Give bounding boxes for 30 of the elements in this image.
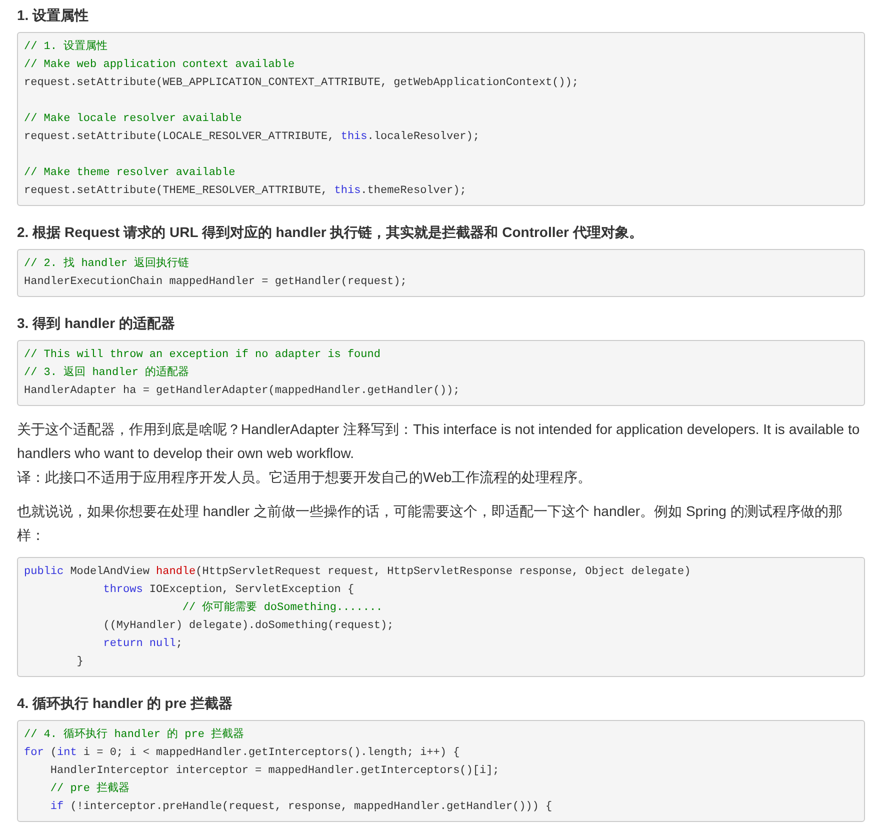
section-heading: 3. 得到 handler 的适配器: [17, 314, 176, 333]
code-line: // 3. 返回 handler 的适配器: [24, 365, 190, 381]
code-line: public ModelAndView handle(HttpServletRequest request, HttpServletResponse response, Object delegate): [24, 565, 692, 580]
code-line: // This will throw an exception if no adapter is found: [24, 348, 382, 363]
code-line: // 2. 找 handler 返回执行链: [24, 256, 190, 272]
code-line: // 4. 循环执行 handler 的 pre 拦截器: [24, 727, 246, 743]
code-line: }: [76, 655, 84, 670]
code-line: return null;: [102, 637, 184, 652]
section-heading: 1. 设置属性: [17, 6, 90, 25]
code-line: // Make web application context available: [24, 58, 296, 73]
code-line: ((MyHandler) delegate).doSomething(request);: [102, 619, 395, 634]
code-line: // Make theme resolver available: [24, 166, 236, 181]
code-line: if (!interceptor.preHandle(request, response, mappedHandler.getHandler())) {: [49, 800, 554, 815]
code-line: request.setAttribute(WEB_APPLICATION_CONTEXT_ATTRIBUTE, getWebApplicationContext());: [24, 76, 580, 91]
code-line: HandlerExecutionChain mappedHandler = getHandler(request);: [24, 275, 408, 290]
code-line: HandlerInterceptor interceptor = mappedHandler.getInterceptors()[i];: [49, 764, 500, 779]
code-line: for (int i = 0; i < mappedHandler.getInterceptors().length; i++) {: [24, 746, 461, 761]
code-line: request.setAttribute(LOCALE_RESOLVER_ATTRIBUTE, this.localeResolver);: [24, 130, 480, 145]
paragraph: 译：此接口不适用于应用程序开发人员。它适用于想要开发自己的Web工作流程的处理程序。: [17, 468, 593, 487]
section-heading: 4. 循环执行 handler 的 pre 拦截器: [17, 694, 234, 713]
code-line: // 你可能需要 doSomething.......: [181, 600, 384, 616]
paragraph: 关于这个适配器，作用到底是啥呢？HandlerAdapter 注释写到：This interface is not intended for application developers. It is available to handlers who want to develop their own web workflow.: [17, 420, 861, 463]
code-line: throws IOException, ServletException {: [102, 583, 356, 598]
section-heading: 2. 根据 Request 请求的 URL 得到对应的 handler 执行链，其实就是拦截器和 Controller 代理对象。: [17, 223, 644, 242]
code-line: // 1. 设置属性: [24, 39, 109, 55]
paragraph: 也就说说，如果你想要在处理 handler 之前做一些操作的话，可能需要这个，即适配一下这个 handler。例如 Spring 的测试程序做的那样：: [17, 502, 844, 545]
code-line: request.setAttribute(THEME_RESOLVER_ATTRIBUTE, this.themeResolver);: [24, 184, 468, 199]
code-line: HandlerAdapter ha = getHandlerAdapter(mappedHandler.getHandler());: [24, 384, 461, 399]
code-line: // Make locale resolver available: [24, 112, 243, 127]
code-line: // pre 拦截器: [49, 781, 131, 797]
